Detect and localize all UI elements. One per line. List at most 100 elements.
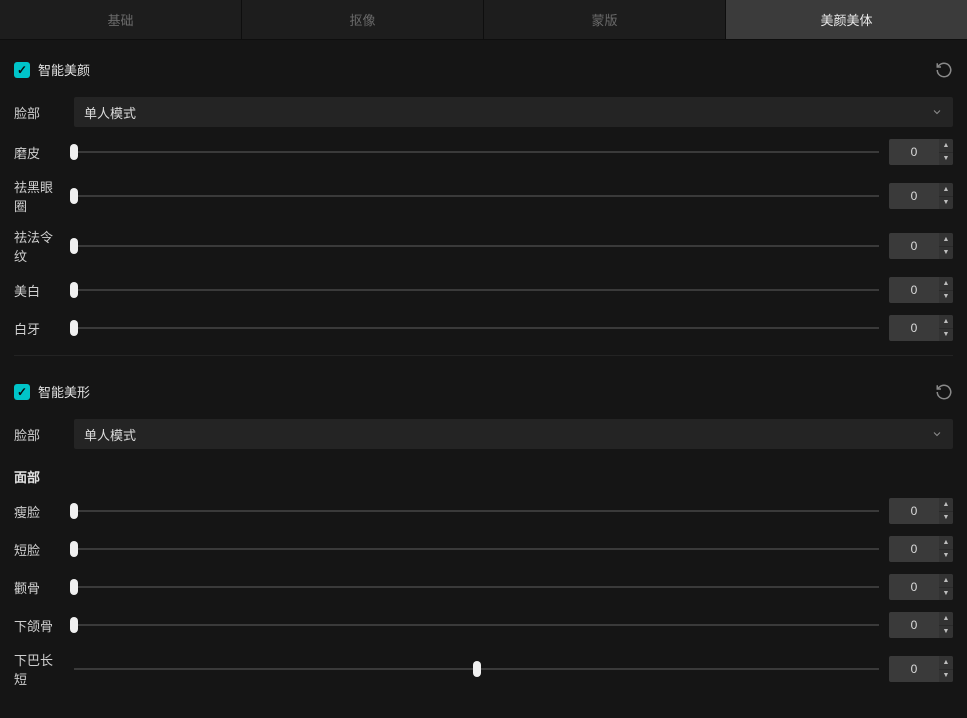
section-shape: ✓ 智能美形 脸部 单人模式 面部 瘦脸0▲▼短脸0▲▼颧骨0▲▼下颌骨0▲▼下… xyxy=(14,362,953,702)
select-shape-mode[interactable]: 单人模式 xyxy=(74,419,953,449)
value-display: 0 xyxy=(889,277,939,303)
slider[interactable] xyxy=(74,539,879,559)
row-beauty-mode: 脸部 单人模式 xyxy=(14,91,953,133)
slider-label: 祛法令纹 xyxy=(14,227,64,265)
slider-label: 瘦脸 xyxy=(14,502,64,521)
label-face: 脸部 xyxy=(14,103,64,122)
value-stepper[interactable]: 0▲▼ xyxy=(889,139,953,165)
slider-row: 磨皮0▲▼ xyxy=(14,133,953,171)
step-down-icon[interactable]: ▼ xyxy=(939,588,953,601)
slider-row: 短脸 0▲▼ xyxy=(14,530,953,568)
slider[interactable] xyxy=(74,615,879,635)
step-up-icon[interactable]: ▲ xyxy=(939,498,953,512)
value-stepper[interactable]: 0▲▼ xyxy=(889,315,953,341)
slider-row: 下巴长短 0▲▼ xyxy=(14,644,953,694)
slider-row: 白牙 0▲▼ xyxy=(14,309,953,347)
value-stepper[interactable]: 0▲▼ xyxy=(889,277,953,303)
label-face: 脸部 xyxy=(14,425,64,444)
slider-row: 美白 0▲▼ xyxy=(14,271,953,309)
step-up-icon[interactable]: ▲ xyxy=(939,656,953,670)
tab-bar: 基础 抠像 蒙版 美颜美体 xyxy=(0,0,967,40)
panel-content: ✓ 智能美颜 脸部 单人模式 磨皮0▲▼祛黑眼圈0▲▼祛法令纹0▲▼美白0▲▼白… xyxy=(0,40,967,718)
tab-beauty[interactable]: 美颜美体 xyxy=(726,0,967,39)
slider-thumb[interactable] xyxy=(70,282,78,298)
reset-icon[interactable] xyxy=(935,383,953,401)
slider-label: 下巴长短 xyxy=(14,650,64,688)
step-down-icon[interactable]: ▼ xyxy=(939,550,953,563)
slider[interactable] xyxy=(74,142,879,162)
tab-keying[interactable]: 抠像 xyxy=(242,0,484,39)
slider-thumb[interactable] xyxy=(70,320,78,336)
reset-icon[interactable] xyxy=(935,61,953,79)
value-stepper[interactable]: 0▲▼ xyxy=(889,498,953,524)
checkbox-shape[interactable]: ✓ xyxy=(14,384,30,400)
row-shape-mode: 脸部 单人模式 xyxy=(14,413,953,455)
value-stepper[interactable]: 0▲▼ xyxy=(889,536,953,562)
slider-thumb[interactable] xyxy=(473,661,481,677)
slider[interactable] xyxy=(74,236,879,256)
section-header-beauty: ✓ 智能美颜 xyxy=(14,40,953,91)
slider-label: 祛黑眼圈 xyxy=(14,177,64,215)
section-beauty: ✓ 智能美颜 脸部 单人模式 磨皮0▲▼祛黑眼圈0▲▼祛法令纹0▲▼美白0▲▼白… xyxy=(14,40,953,356)
slider[interactable] xyxy=(74,186,879,206)
slider[interactable] xyxy=(74,501,879,521)
slider-thumb[interactable] xyxy=(70,617,78,633)
chevron-down-icon xyxy=(931,106,943,118)
checkbox-beauty[interactable]: ✓ xyxy=(14,62,30,78)
step-up-icon[interactable]: ▲ xyxy=(939,277,953,291)
slider-label: 颧骨 xyxy=(14,578,64,597)
step-down-icon[interactable]: ▼ xyxy=(939,626,953,639)
select-value: 单人模式 xyxy=(84,103,136,122)
slider-label: 白牙 xyxy=(14,319,64,338)
select-beauty-mode[interactable]: 单人模式 xyxy=(74,97,953,127)
step-up-icon[interactable]: ▲ xyxy=(939,315,953,329)
value-display: 0 xyxy=(889,536,939,562)
step-down-icon[interactable]: ▼ xyxy=(939,329,953,342)
step-up-icon[interactable]: ▲ xyxy=(939,233,953,247)
step-up-icon[interactable]: ▲ xyxy=(939,612,953,626)
value-display: 0 xyxy=(889,315,939,341)
step-down-icon[interactable]: ▼ xyxy=(939,153,953,166)
slider[interactable] xyxy=(74,280,879,300)
slider-label: 短脸 xyxy=(14,540,64,559)
slider[interactable] xyxy=(74,318,879,338)
step-up-icon[interactable]: ▲ xyxy=(939,536,953,550)
slider-row: 颧骨 0▲▼ xyxy=(14,568,953,606)
slider-thumb[interactable] xyxy=(70,579,78,595)
slider[interactable] xyxy=(74,577,879,597)
tab-basic[interactable]: 基础 xyxy=(0,0,242,39)
value-display: 0 xyxy=(889,574,939,600)
slider-row: 瘦脸 0▲▼ xyxy=(14,492,953,530)
slider-label: 美白 xyxy=(14,281,64,300)
value-stepper[interactable]: 0▲▼ xyxy=(889,183,953,209)
value-display: 0 xyxy=(889,656,939,682)
step-down-icon[interactable]: ▼ xyxy=(939,512,953,525)
value-display: 0 xyxy=(889,612,939,638)
value-display: 0 xyxy=(889,498,939,524)
slider-thumb[interactable] xyxy=(70,541,78,557)
step-up-icon[interactable]: ▲ xyxy=(939,139,953,153)
chevron-down-icon xyxy=(931,428,943,440)
slider-label: 下颌骨 xyxy=(14,616,64,635)
step-up-icon[interactable]: ▲ xyxy=(939,574,953,588)
step-down-icon[interactable]: ▼ xyxy=(939,247,953,260)
tab-mask[interactable]: 蒙版 xyxy=(484,0,726,39)
value-stepper[interactable]: 0▲▼ xyxy=(889,233,953,259)
value-stepper[interactable]: 0▲▼ xyxy=(889,612,953,638)
value-display: 0 xyxy=(889,139,939,165)
value-stepper[interactable]: 0▲▼ xyxy=(889,574,953,600)
slider-thumb[interactable] xyxy=(70,238,78,254)
slider[interactable] xyxy=(74,659,879,679)
slider-row: 祛黑眼圈 0▲▼ xyxy=(14,171,953,221)
value-stepper[interactable]: 0▲▼ xyxy=(889,656,953,682)
slider-thumb[interactable] xyxy=(70,503,78,519)
value-display: 0 xyxy=(889,183,939,209)
slider-thumb[interactable] xyxy=(70,188,78,204)
subheader-face: 面部 xyxy=(14,455,953,492)
step-down-icon[interactable]: ▼ xyxy=(939,197,953,210)
step-up-icon[interactable]: ▲ xyxy=(939,183,953,197)
step-down-icon[interactable]: ▼ xyxy=(939,291,953,304)
slider-row: 祛法令纹 0▲▼ xyxy=(14,221,953,271)
slider-thumb[interactable] xyxy=(70,144,78,160)
step-down-icon[interactable]: ▼ xyxy=(939,670,953,683)
